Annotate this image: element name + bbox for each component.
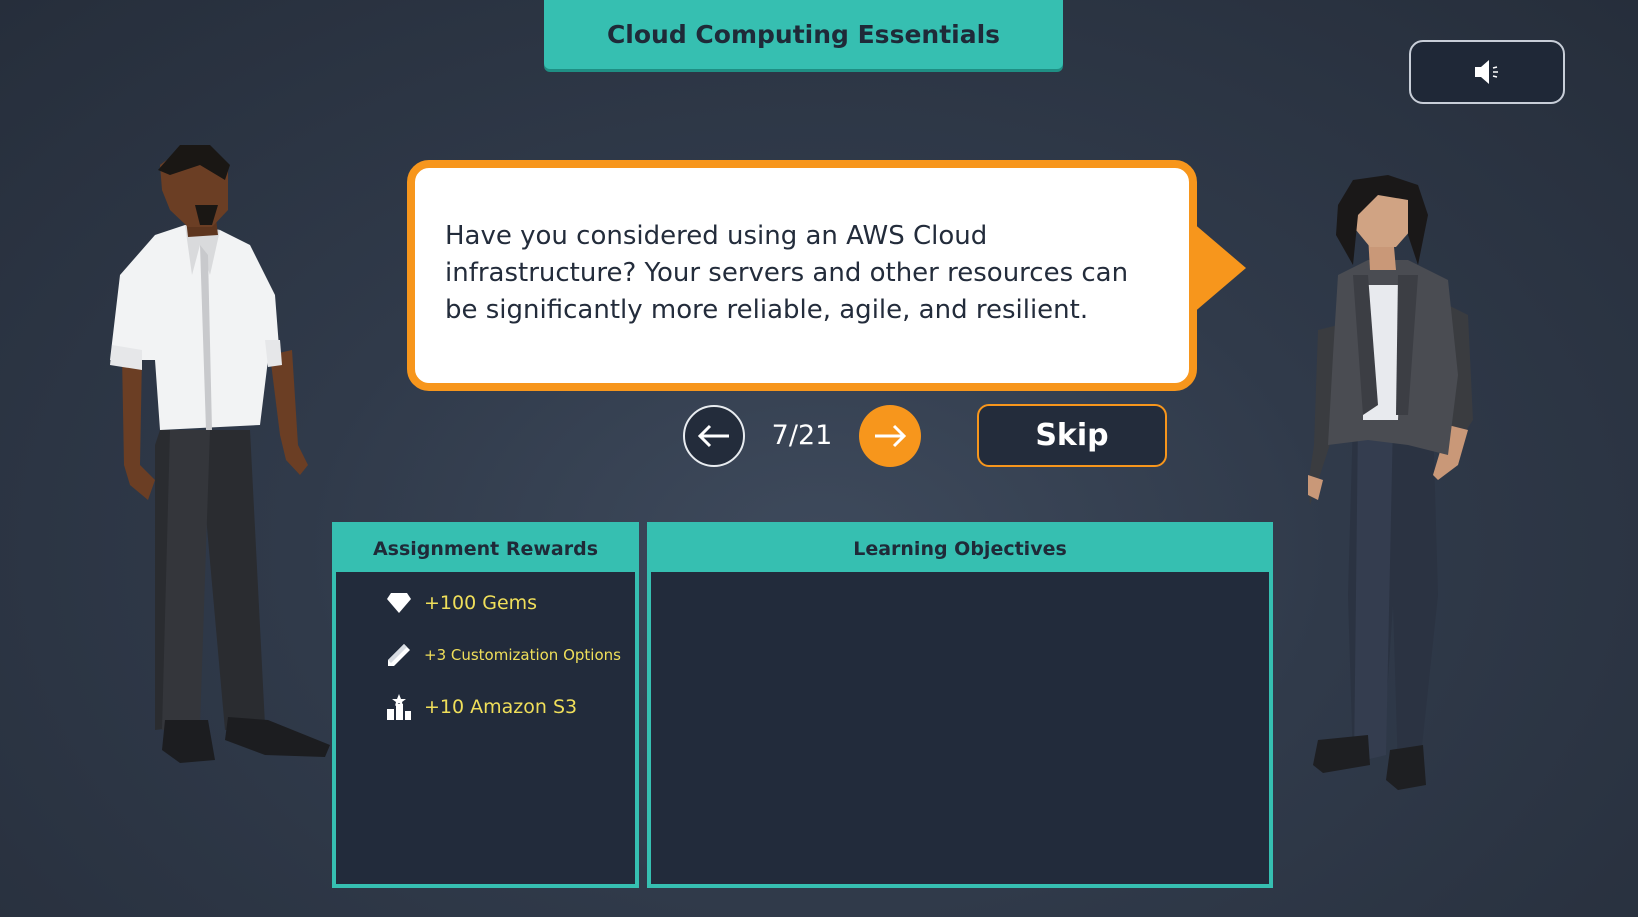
reward-item-gems: +100 Gems <box>384 588 537 618</box>
gem-icon <box>384 588 414 618</box>
rewards-header: Assignment Rewards <box>336 526 635 572</box>
reward-label: +3 Customization Options <box>424 646 621 664</box>
page-counter: 7/21 <box>771 420 833 451</box>
male-character <box>110 145 330 763</box>
dialog-text: Have you considered using an AWS Cloud i… <box>445 221 1129 325</box>
skip-button[interactable]: Skip <box>977 404 1167 467</box>
sound-toggle-button[interactable] <box>1409 40 1565 104</box>
reward-item-customization: +3 Customization Options <box>384 640 621 670</box>
previous-button[interactable] <box>683 405 745 467</box>
page-title: Cloud Computing Essentials <box>544 0 1063 69</box>
speech-bubble-tail <box>1192 222 1246 314</box>
speech-bubble: Have you considered using an AWS Cloud i… <box>407 160 1197 391</box>
pencil-icon <box>384 640 414 670</box>
objectives-header: Learning Objectives <box>651 526 1269 572</box>
speaker-icon <box>1475 60 1498 84</box>
arrow-right-icon <box>875 424 907 448</box>
arrow-left-icon <box>697 424 729 448</box>
female-character <box>1308 175 1473 790</box>
learning-objectives-panel: Learning Objectives <box>647 522 1273 888</box>
assignment-rewards-panel: Assignment Rewards +100 Gems +3 Customiz… <box>332 522 639 888</box>
reward-label: +100 Gems <box>424 592 538 614</box>
reward-label: +10 Amazon S3 <box>424 696 578 718</box>
storage-icon <box>384 692 414 722</box>
reward-item-storage: +10 Amazon S3 <box>384 692 577 722</box>
next-button[interactable] <box>859 405 921 467</box>
